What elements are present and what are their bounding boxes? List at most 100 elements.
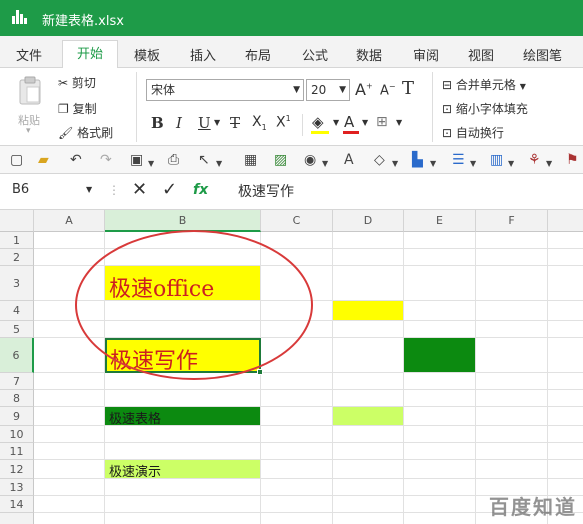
cut-label: 剪切 [71, 76, 96, 90]
separator [136, 72, 137, 142]
text-box-icon[interactable]: A [344, 152, 354, 168]
save-icon[interactable]: ▣ [130, 152, 143, 168]
table-icon[interactable]: ▦ [244, 152, 257, 168]
copy-button[interactable]: ❐ 复制 [58, 100, 97, 117]
fill-color-swatch [311, 131, 329, 134]
chevron-down-icon: ▾ [26, 126, 31, 136]
superscript-icon[interactable]: X1 [276, 114, 291, 131]
menu-data[interactable]: 数据 [356, 45, 382, 64]
menu-home[interactable]: 开始 [62, 40, 118, 69]
menu-draw[interactable]: 绘图笔 [523, 45, 562, 64]
format-painter-button[interactable]: 🖌 格式刷 [58, 124, 113, 141]
annotation-circle [75, 230, 313, 380]
subscript-icon[interactable]: X1 [252, 114, 267, 132]
wrap-label: 自动换行 [455, 126, 504, 140]
chevron-down-icon[interactable]: ▼ [396, 118, 402, 127]
menu-file[interactable]: 文件 [16, 45, 42, 64]
cut-button[interactable]: ✂ 剪切 [58, 74, 96, 91]
font-color-swatch [343, 131, 359, 134]
copy-icon: ❐ [58, 102, 69, 116]
image-icon[interactable]: ▨ [274, 152, 287, 168]
app-icon [12, 10, 28, 24]
shapes-icon[interactable]: ◇ [374, 152, 385, 168]
fill-color-icon[interactable]: ◈ [312, 113, 324, 131]
strikethrough-icon[interactable]: T [230, 114, 240, 132]
chevron-down-icon[interactable]: ▼ [214, 118, 220, 127]
menu-bar: 文件 开始 模板 插入 布局 公式 数据 审阅 视图 绘图笔 [0, 36, 583, 69]
cell-reference[interactable]: B6 [12, 182, 29, 197]
merge-label: 合并单元格 [455, 78, 516, 92]
increase-font-icon[interactable]: A+ [355, 80, 373, 99]
redo-icon[interactable]: ↷ [100, 152, 112, 168]
align-icon[interactable]: ☰ [452, 152, 465, 168]
shrink-label: 缩小字体填充 [455, 102, 528, 116]
shrink-to-fit-button[interactable]: ⊡ 缩小字体填充 [442, 100, 528, 117]
screenshot-icon[interactable]: ◉ [304, 152, 316, 168]
chart-icon[interactable]: ▙ [412, 152, 423, 168]
menu-formula[interactable]: 公式 [302, 45, 328, 64]
brush-icon: 🖌 [58, 126, 74, 140]
cancel-icon[interactable]: ✕ [132, 179, 147, 200]
chevron-down-icon[interactable]: ▼ [216, 156, 222, 172]
formula-input[interactable]: 极速写作 [238, 181, 294, 201]
chevron-down-icon: ▼ [339, 85, 346, 95]
arrange-icon[interactable]: ⚘ [528, 152, 541, 168]
formula-bar: B6 ▼ ⋮ ✕ ✓ fx 极速写作 [0, 174, 583, 210]
open-folder-icon[interactable]: ▰ [38, 152, 49, 168]
menu-view[interactable]: 视图 [468, 45, 494, 64]
pointer-icon[interactable]: ↖ [198, 152, 210, 168]
bold-icon[interactable]: B [151, 114, 164, 132]
ribbon: 粘贴 ▾ ✂ 剪切 ❐ 复制 🖌 格式刷 宋体 ▼ 20 ▼ A+ A− T B… [0, 68, 583, 146]
undo-icon[interactable]: ↶ [70, 152, 82, 168]
font-name-value: 宋体 [151, 83, 176, 97]
chevron-down-icon: ▼ [519, 82, 526, 91]
menu-template[interactable]: 模板 [134, 45, 160, 64]
title-bar: 新建表格.xlsx [0, 0, 583, 36]
chevron-down-icon[interactable]: ▼ [148, 156, 154, 172]
menu-layout[interactable]: 布局 [245, 45, 271, 64]
clear-format-icon[interactable]: T [402, 78, 414, 99]
chevron-down-icon[interactable]: ▼ [470, 156, 476, 172]
copy-label: 复制 [72, 102, 97, 116]
paste-button[interactable]: 粘贴 ▾ [12, 74, 48, 136]
font-name-select[interactable]: 宋体 ▼ [146, 79, 304, 101]
italic-icon[interactable]: I [176, 114, 182, 132]
new-file-icon[interactable]: ▢ [10, 152, 23, 168]
format-painter-label: 格式刷 [77, 126, 114, 140]
wrap-icon: ⊡ [442, 126, 453, 140]
font-color-icon[interactable]: A [344, 113, 354, 131]
function-icon[interactable]: fx [193, 182, 208, 198]
more-icon[interactable]: ⚑ [566, 152, 579, 168]
font-size-value: 20 [311, 83, 327, 97]
chevron-down-icon[interactable]: ▼ [430, 156, 436, 172]
menu-insert[interactable]: 插入 [190, 45, 216, 64]
chevron-down-icon[interactable]: ▼ [362, 118, 368, 127]
decrease-font-icon[interactable]: A− [380, 82, 396, 98]
clipboard-icon [19, 76, 41, 105]
chevron-down-icon[interactable]: ▼ [392, 156, 398, 172]
print-icon[interactable]: ⎙ [168, 152, 179, 168]
separator [432, 72, 433, 142]
shrink-icon: ⊡ [442, 102, 453, 116]
scissors-icon: ✂ [58, 76, 69, 90]
merge-cells-button[interactable]: ⊟ 合并单元格 ▼ [442, 76, 526, 93]
chevron-down-icon[interactable]: ▼ [508, 156, 514, 172]
font-size-select[interactable]: 20 ▼ [306, 79, 350, 101]
chevron-down-icon[interactable]: ▼ [86, 185, 92, 194]
chevron-down-icon[interactable]: ▼ [546, 156, 552, 172]
separator [302, 114, 303, 136]
spreadsheet-grid: A B C D E F 1 2 3 4 5 6 7 8 9 10 11 12 1… [0, 210, 583, 524]
chevron-down-icon[interactable]: ▼ [333, 118, 339, 127]
distribute-icon[interactable]: ▥ [490, 152, 503, 168]
menu-review[interactable]: 审阅 [413, 45, 439, 64]
border-icon[interactable]: ⊞ [376, 114, 388, 130]
wrap-text-button[interactable]: ⊡ 自动换行 [442, 124, 504, 141]
chevron-down-icon: ▼ [293, 85, 300, 95]
confirm-icon[interactable]: ✓ [162, 179, 177, 200]
underline-icon[interactable]: U [198, 114, 211, 132]
chevron-down-icon[interactable]: ▼ [322, 156, 328, 172]
merge-icon: ⊟ [442, 78, 453, 92]
document-title: 新建表格.xlsx [42, 14, 124, 29]
quick-toolbar: ▢ ▰ ↶ ↷ ▣ ▼ ⎙ ↖ ▼ ▦ ▨ ◉ ▼ A ◇ ▼ ▙ ▼ ☰ ▼ … [0, 146, 583, 174]
more-dots-icon: ⋮ [108, 183, 120, 197]
